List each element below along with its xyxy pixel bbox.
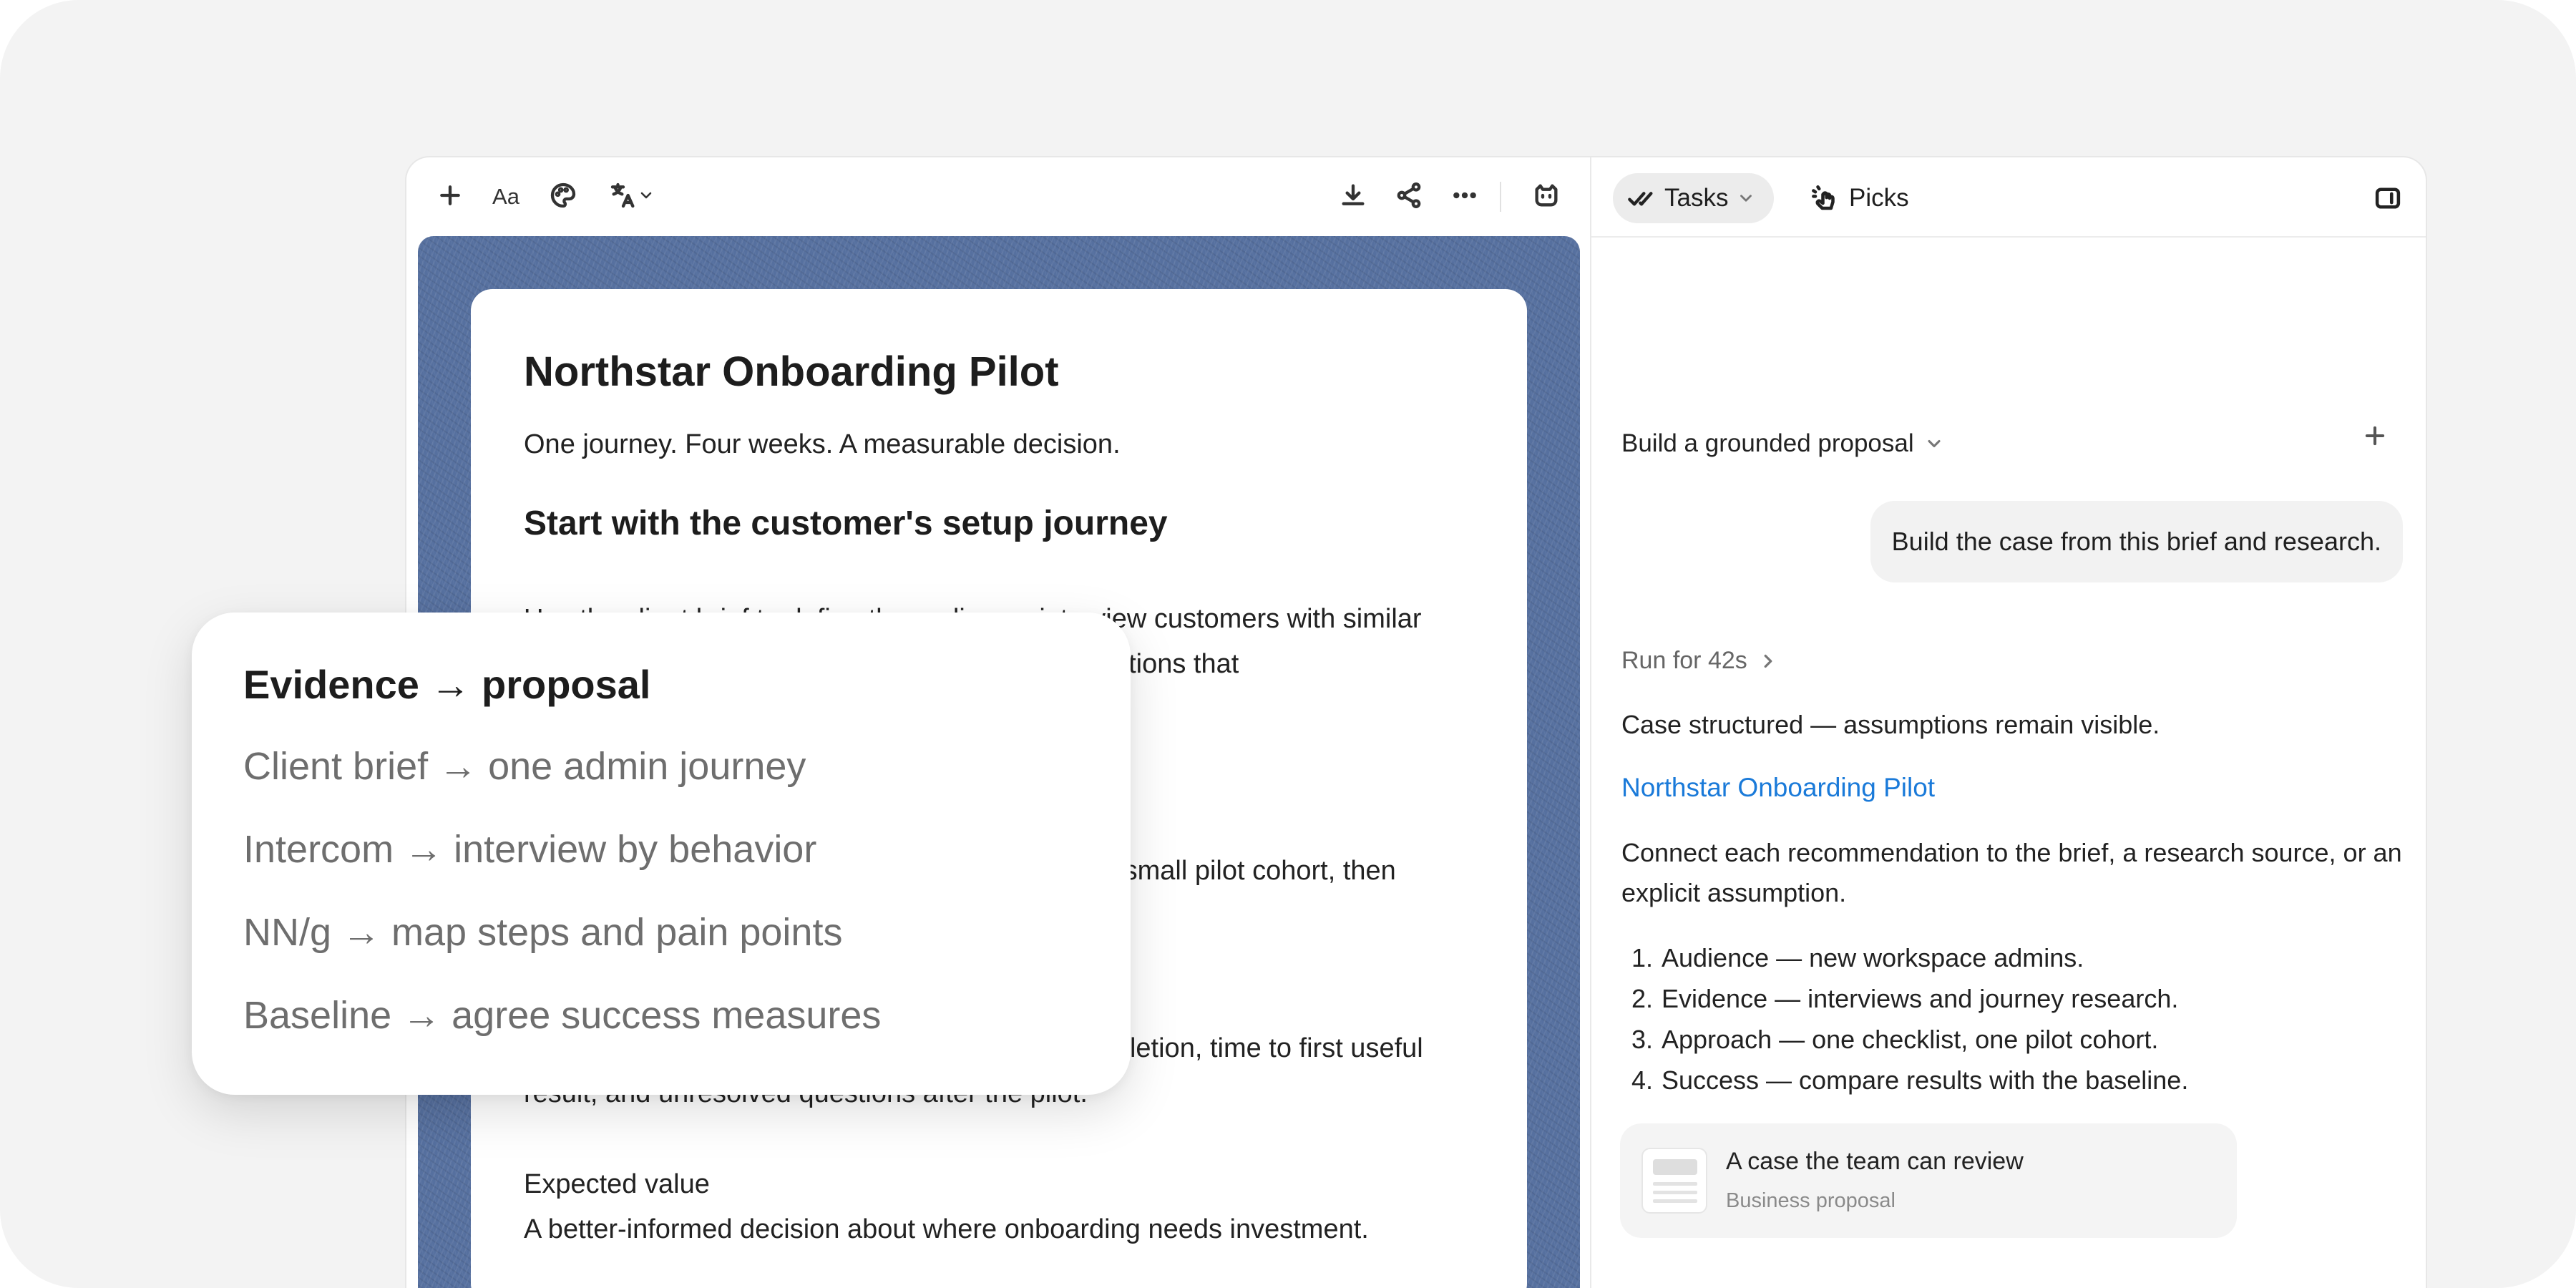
add-block-button[interactable] bbox=[431, 177, 469, 216]
panel-header: Tasks Picks bbox=[1591, 157, 2426, 238]
document-subtitle: One journey. Four weeks. A measurable de… bbox=[524, 429, 1121, 459]
panel-toggle-icon[interactable] bbox=[2373, 183, 2403, 213]
theme-button[interactable] bbox=[544, 177, 582, 216]
tab-tasks-label: Tasks bbox=[1664, 184, 1729, 212]
more-icon bbox=[1450, 181, 1479, 213]
list-item: 1. Audience — new workspace admins. bbox=[1631, 943, 2084, 972]
thread-title: Build a grounded proposal bbox=[1621, 429, 1914, 457]
flow-item: Client brief → one admin journey bbox=[243, 745, 806, 788]
section-heading: Start with the customer's setup journey bbox=[524, 504, 1168, 542]
steps-list: 1. Audience — new workspace admins. 2. Evi… bbox=[1621, 937, 2188, 1101]
document-link[interactable]: Northstar Onboarding Pilot bbox=[1621, 773, 1935, 803]
share-icon bbox=[1395, 181, 1423, 213]
expected-value-text: A better-informed decision about where o… bbox=[524, 1214, 1369, 1244]
flow-item: NN/g → map steps and pain points bbox=[243, 911, 843, 954]
font-icon: Aa bbox=[492, 184, 519, 209]
document-attachment-card[interactable]: A case the team can review Business prop… bbox=[1620, 1123, 2237, 1238]
expected-value-label: Expected value bbox=[524, 1169, 710, 1199]
thread-selector[interactable]: Build a grounded proposal bbox=[1621, 429, 1944, 458]
assistant-panel: Tasks Picks Build a grounded proposal Bu… bbox=[1591, 157, 2426, 1288]
double-check-icon bbox=[1627, 184, 1656, 213]
evidence-flow-card: Evidence → proposal Client brief → one a… bbox=[192, 613, 1131, 1095]
toolbar-divider bbox=[1500, 182, 1501, 212]
tab-picks[interactable]: Picks bbox=[1799, 173, 1921, 223]
run-details-toggle[interactable]: Run for 42s bbox=[1621, 647, 1779, 675]
share-button[interactable] bbox=[1390, 177, 1428, 216]
chevron-down-icon bbox=[1737, 189, 1755, 208]
tab-picks-label: Picks bbox=[1849, 184, 1909, 212]
assistant-summary: Case structured — assumptions remain vis… bbox=[1621, 710, 2160, 739]
attachment-subtitle: Business proposal bbox=[1726, 1189, 1896, 1212]
assistant-instruction: Connect each recommendation to the brief… bbox=[1621, 838, 2402, 907]
user-message-bubble: Build the case from this brief and resea… bbox=[1870, 501, 2403, 582]
flow-item: Baseline → agree success measures bbox=[243, 994, 882, 1037]
assistant-icon bbox=[1532, 181, 1561, 213]
translate-button[interactable] bbox=[600, 177, 664, 216]
more-button[interactable] bbox=[1445, 177, 1484, 216]
chevron-right-icon bbox=[1757, 650, 1779, 672]
new-thread-button[interactable] bbox=[2361, 422, 2389, 449]
chevron-down-icon bbox=[638, 187, 655, 208]
pointer-click-icon bbox=[1810, 183, 1840, 213]
chevron-down-icon bbox=[1924, 434, 1944, 454]
plus-icon bbox=[436, 181, 464, 213]
palette-icon bbox=[549, 181, 577, 213]
download-icon bbox=[1339, 181, 1367, 213]
tab-tasks[interactable]: Tasks bbox=[1613, 173, 1775, 223]
document-thumbnail-icon bbox=[1641, 1148, 1707, 1214]
translate-icon bbox=[609, 181, 638, 213]
download-button[interactable] bbox=[1334, 177, 1372, 216]
assistant-button[interactable] bbox=[1527, 177, 1566, 216]
attachment-title: A case the team can review bbox=[1726, 1148, 2024, 1175]
list-item: 4. Success — compare results with the bas… bbox=[1631, 1065, 2189, 1095]
list-item: 2. Evidence — interviews and journey rese… bbox=[1631, 984, 2179, 1013]
run-duration-label: Run for 42s bbox=[1621, 647, 1747, 674]
document-title: Northstar Onboarding Pilot bbox=[524, 348, 1059, 395]
font-button[interactable]: Aa bbox=[487, 177, 525, 216]
flow-card-title: Evidence → proposal bbox=[243, 662, 651, 707]
flow-item: Intercom → interview by behavior bbox=[243, 828, 817, 871]
list-item: 3. Approach — one checklist, one pilot co… bbox=[1631, 1025, 2159, 1054]
editor-toolbar: Aa bbox=[406, 157, 1590, 236]
